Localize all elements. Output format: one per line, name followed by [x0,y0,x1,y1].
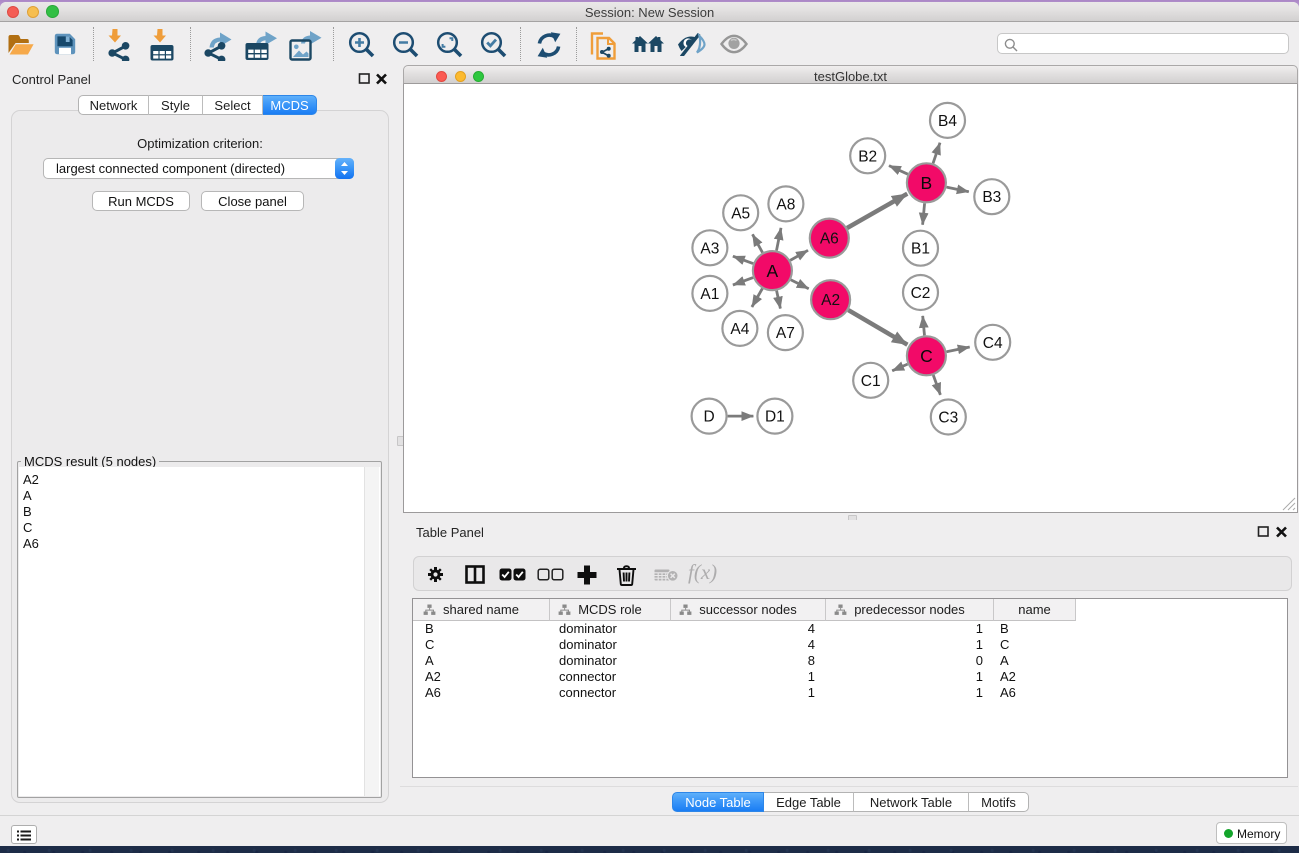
svg-text:A7: A7 [776,325,795,342]
svg-text:A1: A1 [700,286,719,303]
svg-text:D1: D1 [765,409,785,426]
svg-text:B2: B2 [858,148,877,165]
svg-text:A8: A8 [776,196,795,213]
svg-text:D: D [703,409,714,426]
svg-text:A6: A6 [820,231,839,248]
svg-text:C4: C4 [983,335,1003,352]
svg-text:B3: B3 [982,189,1001,206]
svg-text:B1: B1 [911,241,930,258]
svg-text:A2: A2 [821,292,840,309]
svg-text:A5: A5 [731,205,750,222]
svg-text:B4: B4 [938,113,957,130]
svg-text:A: A [767,261,779,281]
svg-text:C2: C2 [911,285,931,302]
svg-text:A3: A3 [700,240,719,257]
svg-text:C1: C1 [861,373,881,390]
svg-text:B: B [921,173,933,193]
svg-text:C3: C3 [938,410,958,427]
svg-text:C: C [920,346,933,366]
svg-text:A4: A4 [730,321,749,338]
